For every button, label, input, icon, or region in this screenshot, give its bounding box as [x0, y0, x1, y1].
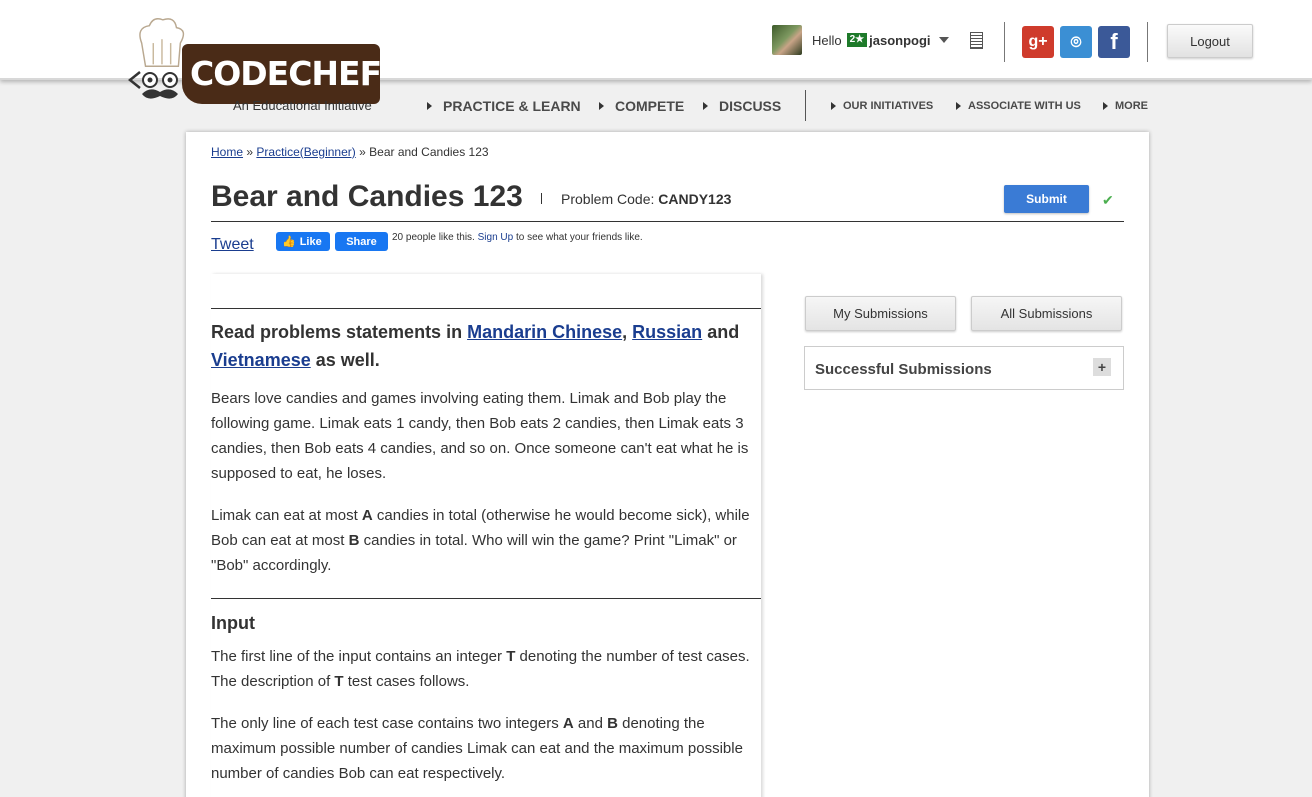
nav-more[interactable]: MORE	[1103, 100, 1148, 112]
input-paragraph: The first line of the input contains an …	[211, 644, 761, 694]
facebook-icon[interactable]: f	[1098, 26, 1130, 58]
fb-like-count: 20 people like this. Sign Up to see what…	[392, 231, 657, 245]
text: The only line of each test case contains…	[211, 715, 559, 732]
logo-tagline: An Educational Initiative	[233, 98, 372, 113]
fb-like-label: Like	[299, 235, 322, 248]
successful-submissions-panel[interactable]: Successful Submissions +	[804, 346, 1124, 390]
variable-a: A	[361, 507, 373, 524]
avatar[interactable]	[772, 25, 802, 55]
language-note-text: as well.	[315, 350, 380, 370]
submit-button[interactable]: Submit	[1004, 185, 1089, 213]
variable-b: B	[348, 532, 360, 549]
problem-code-label: Problem Code:	[561, 191, 655, 207]
divider	[1004, 22, 1005, 62]
thumbs-up-icon: 👍	[282, 236, 296, 248]
plus-icon[interactable]: +	[1093, 358, 1111, 376]
divider	[211, 308, 761, 309]
language-note-text: Read problems statements in	[211, 322, 463, 342]
nav-compete[interactable]: COMPETE	[599, 98, 684, 114]
check-icon: ✔	[1102, 192, 1114, 208]
google-plus-icon[interactable]: g+	[1022, 26, 1054, 58]
link-vietnamese[interactable]: Vietnamese	[211, 350, 311, 370]
page-title: Bear and Candies 123	[211, 180, 523, 213]
variable-b: B	[607, 715, 618, 732]
github-icon[interactable]: ⌾	[1060, 26, 1092, 58]
nav-label: OUR INITIATIVES	[843, 100, 934, 112]
username[interactable]: jasonpogi	[869, 33, 930, 48]
nav-discuss[interactable]: DISCUSS	[703, 98, 781, 114]
problem-code: Problem Code: CANDY123	[561, 191, 731, 207]
fb-like-button[interactable]: 👍 Like	[276, 232, 330, 251]
logo-wordmark: CODECHEF	[190, 54, 382, 93]
nav-our-initiatives[interactable]: OUR INITIATIVES	[831, 100, 933, 112]
greeting: Hello	[812, 32, 842, 48]
triangle-right-icon	[427, 102, 432, 110]
text: and	[577, 715, 603, 732]
breadcrumb-home[interactable]: Home	[211, 145, 243, 159]
nav-label: DISCUSS	[719, 98, 782, 114]
nav-label: MORE	[1115, 100, 1148, 112]
user-menu[interactable]: Hello 2★ jasonpogi	[772, 25, 949, 55]
language-note: Read problems statements in Mandarin Chi…	[211, 318, 761, 374]
text: Limak can eat at most	[211, 507, 358, 524]
nav-divider	[805, 90, 806, 121]
triangle-right-icon	[703, 102, 708, 110]
statement-paragraph: Limak can eat at most A candies in total…	[211, 503, 761, 578]
link-russian[interactable]: Russian	[632, 322, 702, 342]
breadcrumb-separator: »	[246, 145, 254, 159]
triangle-right-icon	[831, 102, 836, 110]
tweet-link[interactable]: Tweet	[211, 236, 254, 254]
breadcrumb-separator: »	[359, 145, 366, 159]
divider	[211, 598, 761, 599]
successful-submissions-title: Successful Submissions	[815, 361, 992, 378]
triangle-right-icon	[1103, 102, 1108, 110]
fb-like-text-post: to see what your friends like.	[515, 232, 643, 243]
section-title-input: Input	[211, 613, 255, 633]
breadcrumb-practice[interactable]: Practice(Beginner)	[256, 145, 355, 159]
notes-icon[interactable]	[970, 32, 983, 49]
variable-a: A	[562, 715, 574, 732]
title-divider	[541, 193, 542, 204]
logout-button[interactable]: Logout	[1167, 24, 1253, 58]
triangle-right-icon	[599, 102, 604, 110]
triangle-right-icon	[956, 102, 961, 110]
breadcrumb: Home » Practice(Beginner) » Bear and Can…	[211, 145, 489, 159]
breadcrumb-current: Bear and Candies 123	[369, 145, 489, 159]
problem-statement: Read problems statements in Mandarin Chi…	[211, 274, 761, 797]
title-rule	[211, 221, 1124, 222]
fb-signup-link[interactable]: Sign Up	[478, 232, 514, 243]
codechef-logo[interactable]: CODECHEF An Educational Initiative	[128, 14, 388, 118]
problem-code-value: CANDY123	[658, 191, 732, 207]
my-submissions-button[interactable]: My Submissions	[805, 296, 956, 331]
and-text: and	[707, 322, 740, 342]
text: The first line of the input contains an …	[211, 648, 503, 665]
chevron-down-icon[interactable]	[938, 37, 949, 43]
fb-share-button[interactable]: Share	[335, 232, 388, 251]
variable-t: T	[506, 648, 516, 665]
nav-practice-learn[interactable]: PRACTICE & LEARN	[427, 98, 581, 114]
statement-paragraph: Bears love candies and games involving e…	[211, 390, 749, 482]
nav-label: PRACTICE & LEARN	[443, 98, 581, 114]
comma-text: ,	[622, 322, 628, 342]
all-submissions-button[interactable]: All Submissions	[971, 296, 1122, 331]
nav-label: COMPETE	[615, 98, 685, 114]
text: test cases follows.	[347, 673, 470, 690]
variable-t: T	[334, 673, 344, 690]
fb-like-count-text: 20 people like this.	[392, 232, 475, 243]
problem-panel: Home » Practice(Beginner) » Bear and Can…	[186, 132, 1149, 797]
rating-badge: 2★	[846, 33, 868, 47]
input-paragraph: The only line of each test case contains…	[211, 711, 761, 786]
nav-associate-with-us[interactable]: ASSOCIATE WITH US	[956, 100, 1081, 112]
link-mandarin[interactable]: Mandarin Chinese	[467, 322, 622, 342]
nav-label: ASSOCIATE WITH US	[968, 100, 1081, 112]
divider	[1147, 22, 1148, 62]
